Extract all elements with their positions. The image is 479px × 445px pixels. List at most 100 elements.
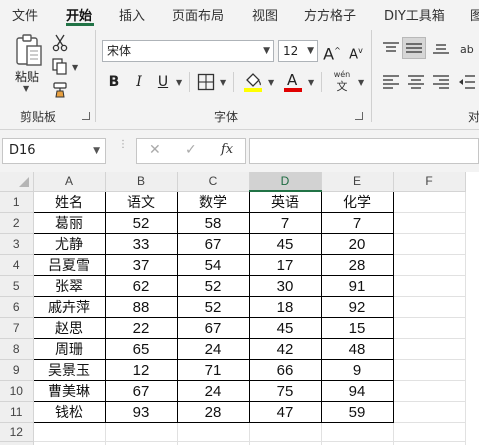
row-header[interactable]: 1 bbox=[0, 191, 34, 213]
align-bottom-icon[interactable] bbox=[432, 40, 450, 56]
cell-b11[interactable]: 93 bbox=[104, 401, 178, 423]
tab-page-layout[interactable]: 页面布局 bbox=[172, 5, 224, 24]
tab-insert[interactable]: 插入 bbox=[119, 5, 145, 24]
cell-b10[interactable]: 67 bbox=[104, 380, 178, 402]
cell-d8[interactable]: 42 bbox=[248, 338, 322, 360]
cell-d5[interactable]: 30 bbox=[248, 275, 322, 297]
insert-function-button[interactable]: fx bbox=[221, 142, 233, 157]
cell-a7[interactable]: 赵思 bbox=[32, 317, 106, 339]
align-center-icon[interactable] bbox=[407, 74, 425, 90]
font-size-combo[interactable]: 12 ▼ bbox=[278, 40, 318, 62]
row-header[interactable]: 11 bbox=[0, 401, 34, 423]
cell-d2[interactable]: 7 bbox=[248, 212, 322, 234]
tab-diy-toolbox[interactable]: DIY工具箱 bbox=[384, 5, 445, 24]
cell-f2[interactable] bbox=[393, 212, 466, 234]
cell-a13[interactable] bbox=[33, 441, 106, 445]
cell-f4[interactable] bbox=[393, 254, 466, 276]
cell-b4[interactable]: 37 bbox=[104, 254, 178, 276]
cell-a4[interactable]: 吕夏雪 bbox=[32, 254, 106, 276]
decrease-indent-icon[interactable] bbox=[458, 74, 476, 90]
cell-d13[interactable] bbox=[249, 441, 322, 445]
row-header[interactable]: 10 bbox=[0, 380, 34, 402]
column-header-d[interactable]: D bbox=[249, 172, 322, 192]
copy-icon[interactable] bbox=[52, 58, 68, 75]
fill-color-icon[interactable] bbox=[243, 71, 263, 93]
cell-a10[interactable]: 曹美琳 bbox=[32, 380, 106, 402]
cell-a8[interactable]: 周珊 bbox=[32, 338, 106, 360]
cell-b3[interactable]: 33 bbox=[104, 233, 178, 255]
cell-b8[interactable]: 65 bbox=[104, 338, 178, 360]
cell-d9[interactable]: 66 bbox=[248, 359, 322, 381]
cell-c10[interactable]: 24 bbox=[176, 380, 250, 402]
cell-a11[interactable]: 钱松 bbox=[32, 401, 106, 423]
column-header-f[interactable]: F bbox=[393, 172, 466, 192]
cell-b9[interactable]: 12 bbox=[104, 359, 178, 381]
copy-dropdown-arrow[interactable]: ▼ bbox=[72, 63, 78, 72]
cell-c7[interactable]: 67 bbox=[176, 317, 250, 339]
grow-font-button[interactable]: A^ bbox=[322, 41, 342, 63]
cell-e11[interactable]: 59 bbox=[320, 401, 394, 423]
cell-a2[interactable]: 葛丽 bbox=[32, 212, 106, 234]
cell-d1[interactable]: 英语 bbox=[248, 190, 322, 213]
paste-icon[interactable] bbox=[14, 34, 44, 68]
cell-e4[interactable]: 28 bbox=[320, 254, 394, 276]
row-header[interactable]: 2 bbox=[0, 212, 34, 234]
orientation-icon[interactable]: ab bbox=[458, 40, 476, 56]
cell-e10[interactable]: 94 bbox=[320, 380, 394, 402]
row-header[interactable]: 6 bbox=[0, 296, 34, 318]
tab-view[interactable]: 视图 bbox=[252, 5, 278, 24]
cancel-button[interactable]: ✕ bbox=[149, 142, 161, 158]
column-header-c[interactable]: C bbox=[177, 172, 250, 192]
cell-e12[interactable] bbox=[321, 422, 394, 442]
cell-b5[interactable]: 62 bbox=[104, 275, 178, 297]
align-right-icon[interactable] bbox=[432, 74, 450, 90]
underline-button[interactable]: U bbox=[153, 72, 173, 92]
enter-button[interactable]: ✓ bbox=[185, 142, 197, 158]
cell-b1[interactable]: 语文 bbox=[104, 190, 178, 213]
font-name-combo[interactable]: 宋体 ▼ bbox=[102, 40, 274, 62]
clipboard-dialog-launcher[interactable] bbox=[82, 112, 90, 120]
cell-f11[interactable] bbox=[393, 401, 466, 423]
row-header[interactable]: 12 bbox=[0, 422, 34, 442]
cell-f6[interactable] bbox=[393, 296, 466, 318]
splitter-handle[interactable]: ⋮ bbox=[118, 140, 128, 160]
cell-c3[interactable]: 67 bbox=[176, 233, 250, 255]
row-header[interactable]: 13 bbox=[0, 441, 34, 445]
cell-f9[interactable] bbox=[393, 359, 466, 381]
cell-b7[interactable]: 22 bbox=[104, 317, 178, 339]
row-header[interactable]: 4 bbox=[0, 254, 34, 276]
cell-f7[interactable] bbox=[393, 317, 466, 339]
tab-home[interactable]: 开始 bbox=[66, 5, 92, 24]
cell-e1[interactable]: 化学 bbox=[320, 190, 394, 213]
paste-dropdown-arrow[interactable]: ▼ bbox=[23, 84, 29, 93]
cell-a5[interactable]: 张翠 bbox=[32, 275, 106, 297]
cell-f5[interactable] bbox=[393, 275, 466, 297]
tab-overflow[interactable]: 图 bbox=[470, 5, 479, 24]
cell-a12[interactable] bbox=[33, 422, 106, 442]
align-top-icon[interactable] bbox=[382, 40, 400, 56]
cell-c6[interactable]: 52 bbox=[176, 296, 250, 318]
name-box[interactable]: D16 ▼ bbox=[2, 138, 106, 164]
cell-c9[interactable]: 71 bbox=[176, 359, 250, 381]
cell-e7[interactable]: 15 bbox=[320, 317, 394, 339]
cell-a6[interactable]: 戚卉萍 bbox=[32, 296, 106, 318]
fill-color-dropdown-arrow[interactable]: ▼ bbox=[268, 78, 274, 87]
font-color-button[interactable]: A bbox=[283, 71, 303, 93]
phonetic-dropdown-arrow[interactable]: ▼ bbox=[358, 78, 364, 87]
shrink-font-button[interactable]: Av bbox=[346, 41, 366, 62]
cell-c11[interactable]: 28 bbox=[176, 401, 250, 423]
cell-f8[interactable] bbox=[393, 338, 466, 360]
cell-b13[interactable] bbox=[105, 441, 178, 445]
cell-f3[interactable] bbox=[393, 233, 466, 255]
cell-d4[interactable]: 17 bbox=[248, 254, 322, 276]
format-painter-icon[interactable] bbox=[52, 82, 68, 98]
font-color-dropdown-arrow[interactable]: ▼ bbox=[308, 78, 314, 87]
cell-b2[interactable]: 52 bbox=[104, 212, 178, 234]
font-dialog-launcher[interactable] bbox=[355, 112, 363, 120]
cell-e6[interactable]: 92 bbox=[320, 296, 394, 318]
cut-icon[interactable] bbox=[52, 34, 68, 52]
cell-b12[interactable] bbox=[105, 422, 178, 442]
cell-d7[interactable]: 45 bbox=[248, 317, 322, 339]
bold-button[interactable]: B bbox=[104, 72, 124, 92]
column-header-a[interactable]: A bbox=[33, 172, 106, 192]
